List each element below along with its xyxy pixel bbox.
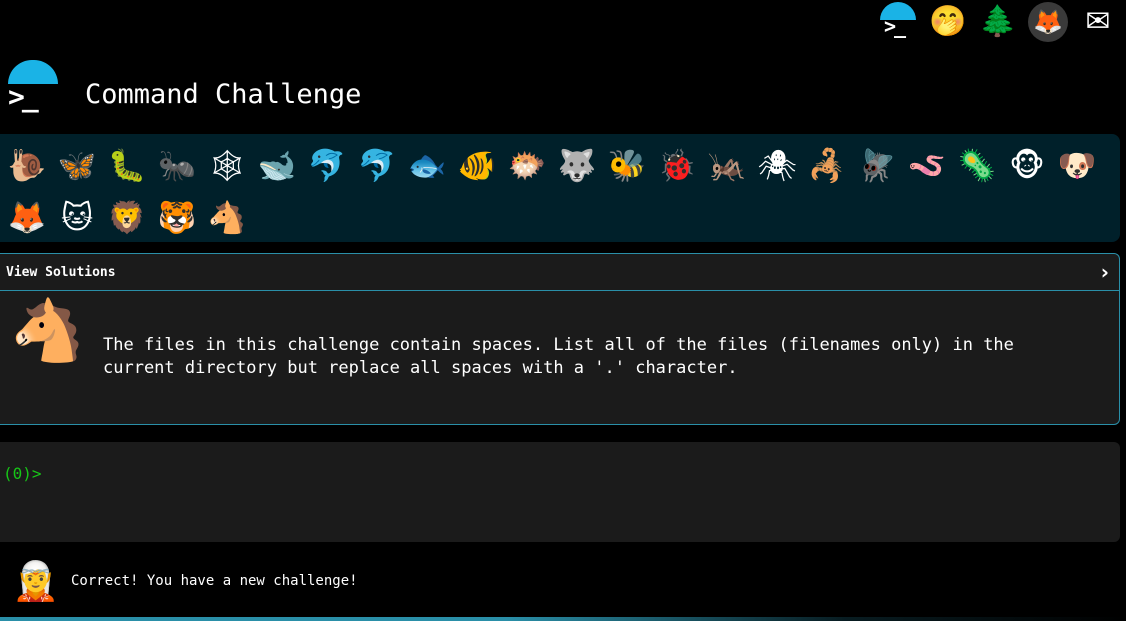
gitlab-icon[interactable]: 🦊 bbox=[1028, 2, 1068, 42]
animal-challenge-icon[interactable]: 🐠 bbox=[452, 150, 502, 182]
animal-challenge-icon[interactable]: 🐶 bbox=[1052, 150, 1102, 182]
animal-challenge-icon[interactable]: 🐟 bbox=[402, 150, 452, 182]
evergreen-tree-icon[interactable]: 🌲 bbox=[978, 2, 1018, 42]
animal-challenge-icon[interactable]: 🦂 bbox=[802, 150, 852, 182]
terminal-prompt: (0)> bbox=[3, 464, 42, 483]
animal-challenge-icon[interactable]: 🦠 bbox=[952, 150, 1002, 182]
animal-challenge-icon[interactable]: 🪰 bbox=[852, 150, 902, 182]
animal-row: 🦊 🐱 🦁 🐯 🐴 bbox=[2, 192, 1120, 244]
terminal-logo-icon[interactable]: >_ bbox=[6, 60, 60, 116]
animal-challenge-icon[interactable]: 🦊 bbox=[2, 202, 52, 234]
status-message: 🧝 Correct! You have a new challenge! bbox=[12, 553, 358, 609]
view-solutions-toggle[interactable]: View Solutions › bbox=[0, 254, 1119, 291]
terminal-input-area[interactable]: (0)> bbox=[0, 442, 1120, 542]
terminal-logo-icon[interactable]: >_ bbox=[878, 2, 918, 42]
animal-challenge-icon[interactable]: 🐵 bbox=[1002, 150, 1052, 182]
animal-row: 🐌 🦋 🐛 🐜 🕸 🐋 🐬 🐬 🐟 🐠 🐡 🐺 🐝 🐞 🦗 🕷 🦂 🪰 🪱 🦠 🐵 🐶 bbox=[2, 140, 1120, 192]
animal-challenge-icon[interactable]: 🐡 bbox=[502, 150, 552, 182]
challenge-animal-bar: 🐌 🦋 🐛 🐜 🕸 🐋 🐬 🐬 🐟 🐠 🐡 🐺 🐝 🐞 🦗 🕷 🦂 🪰 🪱 🦠 🐵 🐶 🦊 🐱 🦁 🐯 🐴 bbox=[0, 134, 1120, 242]
bottom-divider bbox=[0, 617, 1126, 621]
challenge-body: 🐴 The files in this challenge contain sp… bbox=[0, 291, 1119, 390]
animal-challenge-icon[interactable]: 🐺 bbox=[552, 150, 602, 182]
status-text: Correct! You have a new challenge! bbox=[71, 573, 358, 589]
animal-challenge-icon[interactable]: 🐞 bbox=[652, 150, 702, 182]
animal-challenge-icon[interactable]: 🐯 bbox=[152, 202, 202, 234]
animal-challenge-icon[interactable]: 🦋 bbox=[52, 150, 102, 182]
page-header: >_ Command Challenge bbox=[6, 58, 361, 118]
animal-challenge-icon[interactable]: 🐜 bbox=[152, 150, 202, 182]
top-toolbar: >_ 🤭 🌲 🦊 ✉ bbox=[878, 0, 1118, 44]
challenge-panel: View Solutions › 🐴 The files in this cha… bbox=[0, 253, 1120, 425]
chevron-right-icon: › bbox=[1100, 260, 1109, 284]
animal-challenge-icon[interactable]: 🦗 bbox=[702, 150, 752, 182]
animal-challenge-icon[interactable]: 🐋 bbox=[252, 150, 302, 182]
animal-challenge-icon[interactable]: 🐴 bbox=[202, 202, 252, 234]
animal-challenge-icon[interactable]: 🐌 bbox=[2, 150, 52, 182]
animal-challenge-icon[interactable]: 🐱 bbox=[52, 202, 102, 234]
envelope-icon[interactable]: ✉ bbox=[1078, 2, 1118, 42]
view-solutions-label: View Solutions bbox=[6, 264, 116, 280]
page-title: Command Challenge bbox=[85, 78, 362, 110]
animal-challenge-icon[interactable]: 🐛 bbox=[102, 150, 152, 182]
animal-challenge-icon[interactable]: 🦁 bbox=[102, 202, 152, 234]
animal-challenge-icon[interactable]: 🐬 bbox=[352, 150, 402, 182]
animal-challenge-icon[interactable]: 🕸 bbox=[202, 150, 252, 182]
animal-challenge-icon[interactable]: 🐝 bbox=[602, 150, 652, 182]
animal-challenge-icon[interactable]: 🪱 bbox=[902, 150, 952, 182]
animal-challenge-icon[interactable]: 🕷 bbox=[752, 150, 802, 182]
challenge-description: The files in this challenge contain spac… bbox=[103, 335, 1014, 378]
shushing-face-icon[interactable]: 🤭 bbox=[928, 2, 968, 42]
elf-avatar-icon: 🧝 bbox=[12, 559, 60, 603]
horse-avatar-icon: 🐴 bbox=[10, 296, 85, 366]
animal-challenge-icon[interactable]: 🐬 bbox=[302, 150, 352, 182]
